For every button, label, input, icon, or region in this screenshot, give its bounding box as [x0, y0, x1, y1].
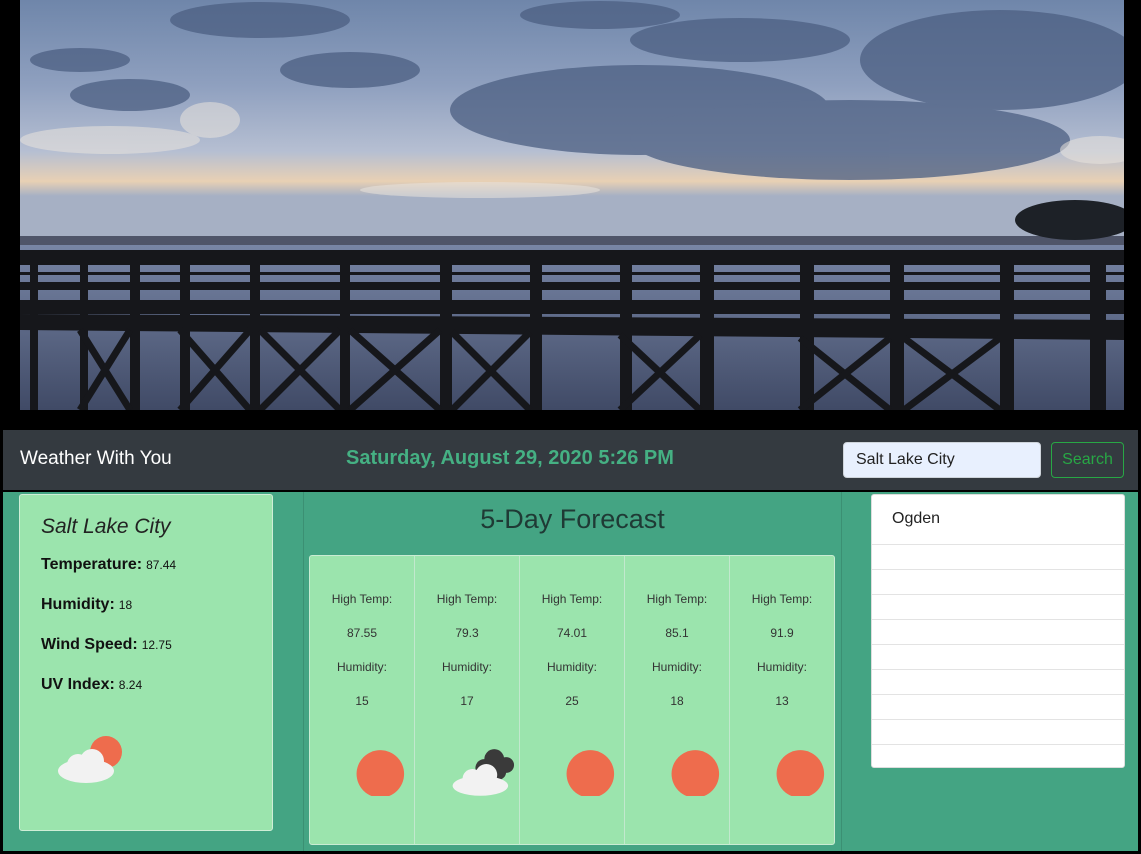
- high-temp-value: 85.1: [665, 626, 689, 640]
- history-item[interactable]: [872, 720, 1124, 745]
- main-content: Salt Lake City Temperature: 87.44 Humidit…: [3, 492, 1138, 851]
- search-input[interactable]: [843, 442, 1041, 478]
- history-item[interactable]: [872, 545, 1124, 570]
- current-city-name: Salt Lake City: [41, 515, 171, 538]
- sun-icon: [776, 750, 825, 796]
- temperature-value: 87.44: [146, 558, 177, 572]
- partly-cloudy-sun-icon: [58, 736, 122, 783]
- column-divider: [303, 492, 304, 851]
- temperature-row: Temperature: 87.44: [41, 556, 176, 574]
- sun-icon: [356, 750, 405, 796]
- high-temp-label: High Temp:: [646, 592, 708, 606]
- humidity-label: Humidity:: [651, 660, 702, 674]
- history-item[interactable]: [872, 570, 1124, 595]
- brand-title: Weather With You: [20, 448, 172, 469]
- high-temp-value: 87.55: [346, 626, 378, 640]
- forecast-card-day-3: High Temp: 74.01 Humidity: 25: [520, 556, 625, 844]
- search-history-list: Ogden: [871, 494, 1125, 768]
- humidity-value: 25: [565, 694, 579, 708]
- history-item[interactable]: Ogden: [872, 495, 1124, 545]
- high-temp-value: 91.9: [770, 626, 794, 640]
- hero-image-pier-at-sunset: [20, 0, 1124, 410]
- sun-icon: [671, 750, 720, 796]
- high-temp-label: High Temp:: [541, 592, 603, 606]
- humidity-value: 17: [460, 694, 474, 708]
- uv-index-row: UV Index: 8.24: [41, 676, 142, 694]
- humidity-label: Humidity:: [756, 660, 807, 674]
- forecast-card-day-4: High Temp: 85.1 Humidity: 18: [625, 556, 730, 844]
- forecast-title: 5-Day Forecast: [480, 504, 665, 534]
- history-item[interactable]: [872, 645, 1124, 670]
- humidity-value: 15: [355, 694, 369, 708]
- current-datetime: Saturday, August 29, 2020 5:26 PM: [346, 447, 674, 469]
- high-temp-value: 79.3: [455, 626, 479, 640]
- history-item[interactable]: [872, 695, 1124, 720]
- sun-icon: [566, 750, 615, 796]
- current-weather-card: Salt Lake City Temperature: 87.44 Humidit…: [19, 494, 273, 831]
- humidity-label: Humidity:: [336, 660, 387, 674]
- hero-banner: [0, 0, 1141, 430]
- search-button[interactable]: Search: [1051, 442, 1124, 478]
- humidity-label: Humidity:: [546, 660, 597, 674]
- high-temp-label: High Temp:: [331, 592, 393, 606]
- humidity-value: 13: [775, 694, 789, 708]
- high-temp-label: High Temp:: [751, 592, 813, 606]
- forecast-card-day-2: High Temp: 79.3 Humidity: 17: [415, 556, 520, 844]
- uv-index-label: UV Index:: [41, 676, 115, 693]
- history-item[interactable]: [872, 620, 1124, 645]
- dark-cloud-icon: [452, 749, 515, 796]
- history-item[interactable]: [872, 670, 1124, 695]
- wind-speed-label: Wind Speed:: [41, 636, 138, 653]
- humidity-value: 18: [670, 694, 684, 708]
- history-item[interactable]: [872, 595, 1124, 620]
- wind-speed-value: 12.75: [141, 638, 172, 652]
- forecast-cards: High Temp: 87.55 Humidity: 15 High Temp:…: [309, 555, 835, 845]
- humidity-value: 18: [118, 598, 133, 612]
- forecast-card-day-5: High Temp: 91.9 Humidity: 13: [730, 556, 834, 844]
- uv-index-value: 8.24: [118, 678, 143, 692]
- navbar: Weather With You Saturday, August 29, 20…: [3, 430, 1138, 490]
- temperature-label: Temperature:: [41, 556, 143, 573]
- humidity-label: Humidity:: [41, 596, 115, 613]
- wind-speed-row: Wind Speed: 12.75: [41, 636, 172, 654]
- humidity-label: Humidity:: [441, 660, 492, 674]
- column-divider: [841, 492, 842, 851]
- high-temp-label: High Temp:: [436, 592, 498, 606]
- humidity-row: Humidity: 18: [41, 596, 132, 614]
- high-temp-value: 74.01: [556, 626, 588, 640]
- forecast-card-day-1: High Temp: 87.55 Humidity: 15: [310, 556, 415, 844]
- history-item[interactable]: [872, 745, 1124, 767]
